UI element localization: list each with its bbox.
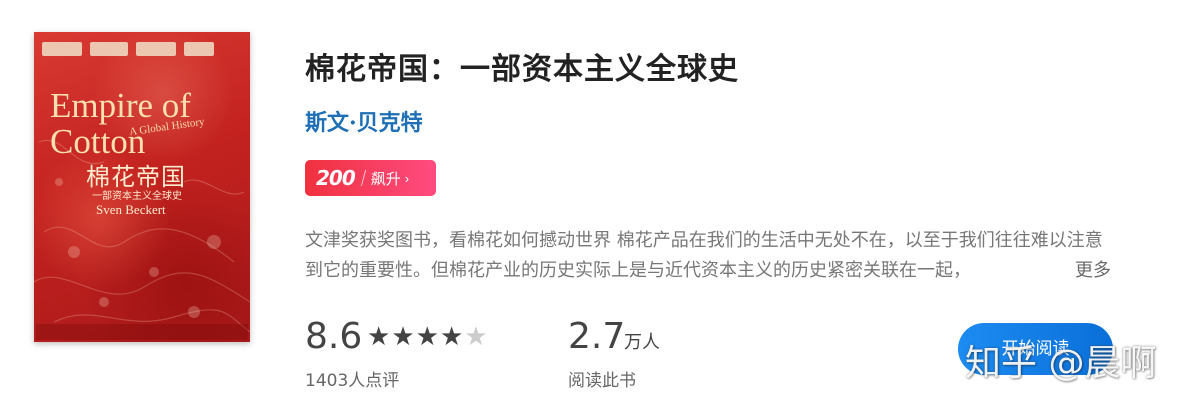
- reads-value: 2.7: [568, 316, 626, 357]
- author-link[interactable]: 斯文·贝克特: [305, 105, 423, 137]
- rating-count[interactable]: 1403人点评: [305, 366, 399, 391]
- star-icon: ★: [415, 321, 439, 351]
- badge-label: 飙升: [370, 169, 401, 188]
- book-description: 文津奖获奖图书，看棉花如何撼动世界 棉花产品在我们的生活中无处不在，以至于我们往…: [305, 230, 1103, 281]
- book-title[interactable]: 棉花帝国：一部资本主义全球史: [305, 44, 739, 88]
- star-empty-icon: ★: [464, 321, 488, 351]
- cover-author: Sven Beckert: [96, 202, 166, 217]
- cover-subtitle-zh: 一部资本主义全球史: [92, 191, 182, 202]
- more-link[interactable]: 更多: [1055, 256, 1111, 286]
- reads-unit: 万人: [624, 332, 660, 353]
- rating-stars: ★ ★ ★ ★ ★: [367, 322, 489, 350]
- trending-badge[interactable]: 200 飙升 ›: [305, 160, 436, 196]
- badge-divider: [360, 170, 366, 186]
- star-icon: ★: [439, 321, 464, 351]
- reads-label: 阅读此书: [568, 371, 636, 391]
- star-icon: ★: [391, 321, 415, 351]
- book-cover[interactable]: Empire of Cotton A Global History 棉花帝国 一…: [34, 32, 250, 342]
- rating-value: 8.6: [305, 316, 363, 357]
- badge-number: 200: [316, 166, 356, 190]
- chevron-right-icon: ›: [404, 170, 410, 186]
- star-icon: ★: [367, 321, 391, 351]
- watermark: 知乎 @晨啊: [965, 343, 1157, 384]
